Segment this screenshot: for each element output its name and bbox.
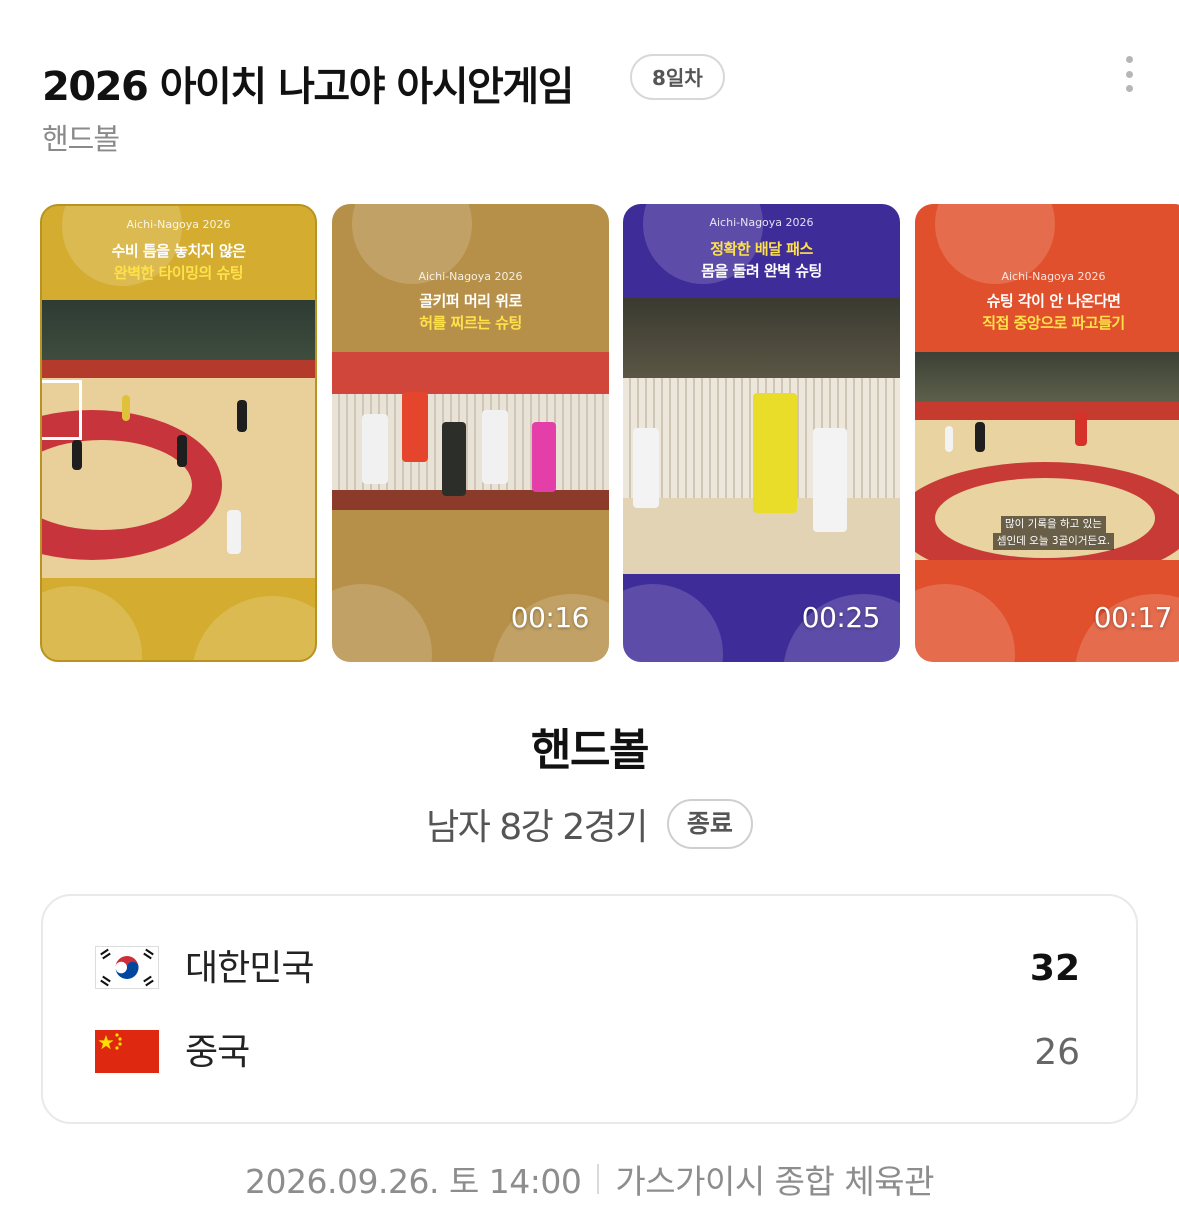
divider [597, 1164, 600, 1194]
shorts-duration: 00:16 [510, 601, 590, 634]
shorts-thumbnail [623, 298, 900, 574]
team-name: 중국 [185, 1032, 250, 1073]
team-row: 중국 26 [95, 1028, 1080, 1078]
shorts-brand: Aichi-Nagoya 2026 [418, 270, 523, 283]
shorts-caption: 골키퍼 머리 위로 허를 찌르는 슈팅 [419, 292, 522, 332]
shorts-duration: 00:17 [1093, 601, 1173, 634]
match-footer: 2026.09.26. 토 14:00 가스가이시 종합 체육관 [0, 1154, 1179, 1204]
status-badge: 종료 [666, 799, 753, 849]
china-flag-icon [95, 1030, 159, 1073]
shorts-caption: 정확한 배달 패스 몸을 돌려 완벽 슈팅 [701, 240, 822, 280]
match-name: 남자 8강 2경기 [426, 807, 648, 848]
team-score: 26 [1034, 1032, 1080, 1073]
shorts-brand: Aichi-Nagoya 2026 [126, 218, 231, 231]
match-venue: 가스가이시 종합 체육관 [615, 1162, 934, 1201]
match-sport-title: 핸드볼 [531, 725, 649, 776]
shorts-card[interactable]: Aichi-Nagoya 2026 수비 틈을 놓치지 않은 완벽한 타이밍의 … [40, 204, 317, 662]
more-options-button[interactable] [1117, 54, 1141, 94]
match-datetime: 2026.09.26. 토 14:00 [245, 1162, 582, 1201]
team-score: 32 [1029, 948, 1080, 989]
shorts-card[interactable]: Aichi-Nagoya 2026 골키퍼 머리 위로 허를 찌르는 슈팅 00… [332, 204, 609, 662]
korea-flag-icon [95, 946, 159, 989]
more-dot-icon [1125, 56, 1133, 63]
page-title: 2026 아이치 나고야 아시안게임 [42, 64, 574, 110]
shorts-card[interactable]: Aichi-Nagoya 2026 정확한 배달 패스 몸을 돌려 완벽 슈팅 … [623, 204, 900, 662]
shorts-caption: 슈팅 각이 안 나온다면 직접 중앙으로 파고들기 [982, 292, 1125, 332]
more-dot-icon [1125, 70, 1133, 78]
sport-subtitle: 핸드볼 [42, 122, 120, 156]
shorts-brand: Aichi-Nagoya 2026 [709, 216, 814, 229]
team-row: 대한민국 32 [95, 944, 1080, 994]
more-dot-icon [1125, 85, 1133, 92]
shorts-caption: 수비 틈을 놓치지 않은 완벽한 타이밍의 슈팅 [111, 242, 246, 282]
scoreboard[interactable]: 대한민국 32 중국 26 [41, 894, 1138, 1124]
shorts-thumbnail [42, 300, 315, 578]
page: 2026 아이치 나고야 아시안게임 8일차 핸드볼 Aichi-Nagoya … [0, 0, 1179, 1210]
shorts-duration: 00:25 [801, 601, 881, 634]
shorts-carousel[interactable]: Aichi-Nagoya 2026 수비 틈을 놓치지 않은 완벽한 타이밍의 … [40, 204, 1179, 664]
match-info: 남자 8강 2경기 종료 [0, 796, 1179, 852]
shorts-brand: Aichi-Nagoya 2026 [1001, 270, 1106, 283]
header: 2026 아이치 나고야 아시안게임 8일차 [42, 50, 1149, 110]
team-name: 대한민국 [185, 948, 314, 989]
shorts-subtitle: 많이 기록을 하고 있는 셈인데 오늘 3골이거든요. [915, 516, 1179, 550]
day-badge: 8일차 [630, 54, 725, 100]
shorts-card[interactable]: Aichi-Nagoya 2026 슈팅 각이 안 나온다면 직접 중앙으로 파… [915, 204, 1179, 662]
shorts-thumbnail [332, 352, 609, 510]
